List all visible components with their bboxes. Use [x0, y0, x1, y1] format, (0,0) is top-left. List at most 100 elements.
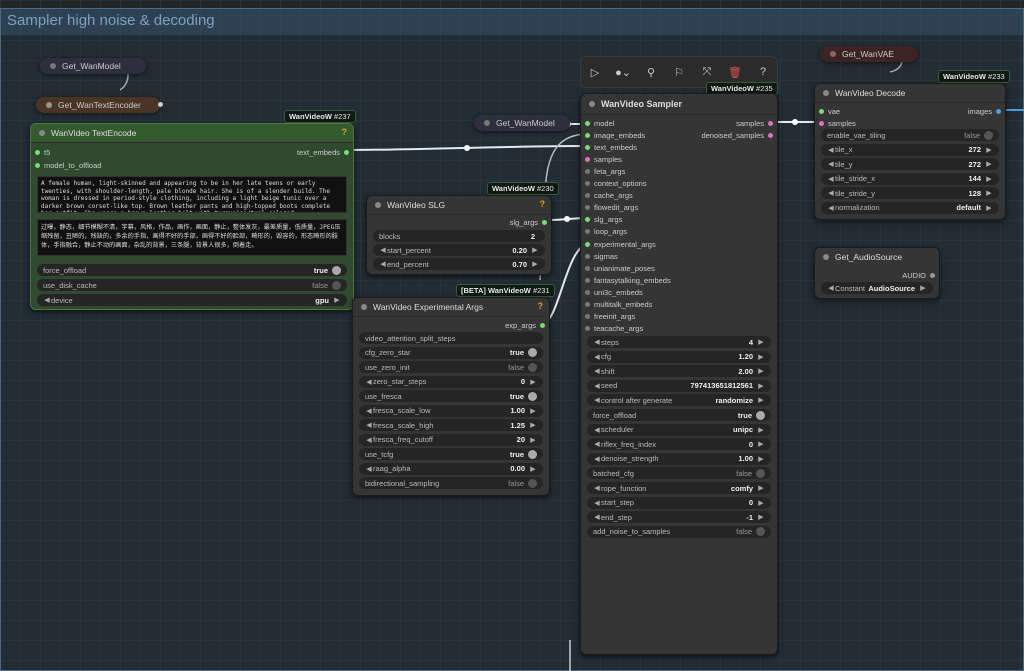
cfg-zero-star-field[interactable]: cfg_zero_star true [359, 346, 543, 359]
force-offload-field[interactable]: force_offload true [587, 409, 771, 421]
sampler-node[interactable]: WanVideo Sampler model image_embeds text_e… [580, 93, 778, 655]
help-icon[interactable]: ? [342, 127, 348, 137]
input-unianimate-poses[interactable]: unianimate_poses [585, 262, 655, 274]
trash-icon[interactable]: 🗑 [726, 66, 744, 79]
decrement-arrow-icon[interactable]: ◀ [593, 513, 601, 521]
input-freeinit-args[interactable]: freeinit_args [585, 311, 635, 323]
input-samples[interactable]: samples [585, 153, 622, 165]
decrement-arrow-icon[interactable]: ◀ [593, 426, 601, 434]
experimental-args-node[interactable]: WanVideo Experimental Args ? exp_args vi… [352, 297, 550, 496]
input-fantasytalking-embeds[interactable]: fantasytalking_embeds [585, 274, 671, 286]
start-step-field[interactable]: ◀ start_step 0 ▶ [587, 496, 771, 509]
decrement-arrow-icon[interactable]: ◀ [593, 367, 601, 375]
input-image-embeds[interactable]: image_embeds [585, 129, 645, 141]
input-feta-args[interactable]: feta_args [585, 165, 625, 177]
node-header[interactable]: WanVideo TextEncode [31, 124, 353, 143]
node-header[interactable]: WanVideo SLG [367, 196, 551, 215]
denoise-strength-field[interactable]: ◀ denoise_strength 1.00 ▶ [587, 452, 771, 465]
circle-dropdown-icon[interactable]: ●⌄ [614, 66, 632, 79]
output-denoised-samples[interactable]: denoised_samples [701, 129, 773, 141]
fresca-freq-cutoff-field[interactable]: ◀ fresca_freq_cutoff 20 ▶ [359, 433, 543, 446]
wand-icon[interactable]: ⚲ [642, 66, 660, 79]
input-experimental-args[interactable]: experimental_args [585, 238, 656, 250]
input-uni3c-embeds[interactable]: uni3c_embeds [585, 286, 643, 298]
increment-arrow-icon[interactable]: ▶ [529, 421, 537, 429]
increment-arrow-icon[interactable]: ▶ [757, 499, 765, 507]
force-offload-toggle[interactable]: force_offload true [37, 264, 347, 276]
input-samples[interactable]: samples [819, 117, 856, 129]
decrement-arrow-icon[interactable]: ◀ [365, 436, 373, 444]
output-audio[interactable]: AUDIO [902, 269, 935, 281]
fresca-scale-low-field[interactable]: ◀ fresca_scale_low 1.00 ▶ [359, 404, 543, 417]
decrement-arrow-icon[interactable]: ◀ [827, 189, 835, 197]
normalization-field[interactable]: ◀ normalization default ▶ [821, 201, 999, 214]
toggle-knob-icon[interactable] [528, 478, 537, 488]
get-wanmodel-top-node[interactable]: Get_WanModel [40, 58, 146, 74]
blocks-field[interactable]: blocks 2 [373, 230, 545, 242]
output-images[interactable]: images [968, 105, 1001, 117]
increment-arrow-icon[interactable]: ▶ [757, 513, 765, 521]
zero-star-steps-field[interactable]: ◀ zero_star_steps 0 ▶ [359, 375, 543, 388]
slg-node[interactable]: WanVideo SLG ? slg_args blocks 2 ◀ start_p… [366, 195, 552, 275]
decrement-arrow-icon[interactable]: ◀ [593, 440, 601, 448]
input-loop-args[interactable]: loop_args [585, 226, 627, 238]
raag-alpha-field[interactable]: ◀ raag_alpha 0.00 ▶ [359, 462, 543, 475]
decrement-arrow-icon[interactable]: ◀ [827, 204, 835, 212]
decrement-arrow-icon[interactable]: ◀ [365, 407, 373, 415]
riflex-freq-index-field[interactable]: ◀ riflex_freq_index 0 ▶ [587, 438, 771, 451]
get-wantextencoder-node[interactable]: Get_WanTextEncoder [36, 97, 163, 113]
toggle-knob-icon[interactable] [756, 527, 765, 537]
increment-arrow-icon[interactable]: ▶ [985, 204, 993, 212]
decrement-arrow-icon[interactable]: ◀ [593, 499, 601, 507]
decrement-arrow-icon[interactable]: ◀ [827, 146, 835, 154]
input-flowedit-args[interactable]: flowedit_args [585, 202, 638, 214]
control-after-generate-field[interactable]: ◀ control after generate randomize ▶ [587, 394, 771, 407]
tile-y-field[interactable]: ◀ tile_y 272 ▶ [821, 158, 999, 170]
get-wanmodel-mid-node[interactable]: Get_WanModel [474, 115, 570, 131]
cfg-field[interactable]: ◀ cfg 1.20 ▶ [587, 350, 771, 363]
increment-arrow-icon[interactable]: ▶ [757, 426, 765, 434]
decrement-arrow-icon[interactable]: ◀ [593, 382, 601, 390]
play-icon[interactable]: ▷ [586, 66, 604, 79]
increment-arrow-icon[interactable]: ▶ [985, 189, 993, 197]
increment-arrow-icon[interactable]: ▶ [529, 465, 537, 473]
tile-x-field[interactable]: ◀ tile_x 272 ▶ [821, 143, 999, 156]
decrement-arrow-icon[interactable]: ◀ [827, 160, 835, 168]
fresca-scale-high-field[interactable]: ◀ fresca_scale_high 1.25 ▶ [359, 419, 543, 431]
get-wanvae-node[interactable]: Get_WanVAE [820, 46, 918, 62]
positive-prompt-textarea[interactable]: A female human, light-skinned and appear… [37, 176, 347, 213]
input-vae[interactable]: vae [819, 105, 840, 117]
input-multitalk-embeds[interactable]: multitalk_embeds [585, 299, 652, 311]
increment-arrow-icon[interactable]: ▶ [757, 440, 765, 448]
increment-arrow-icon[interactable]: ▶ [529, 436, 537, 444]
toggle-knob-icon[interactable] [528, 449, 537, 459]
toggle-knob-icon[interactable] [528, 362, 537, 372]
decrement-arrow-icon[interactable]: ◀ [593, 455, 601, 463]
shift-field[interactable]: ◀ shift 2.00 ▶ [587, 365, 771, 378]
add-noise-to-samples-field[interactable]: add_noise_to_samples false [587, 525, 771, 538]
input-teacache-args[interactable]: teacache_args [585, 323, 643, 335]
toggle-knob-icon[interactable] [528, 348, 537, 357]
decrement-arrow-icon[interactable]: ◀ [827, 175, 835, 183]
decrement-arrow-icon[interactable]: ◀ [365, 378, 373, 386]
help-icon[interactable]: ? [540, 199, 546, 209]
decrement-arrow-icon[interactable]: ◀ [593, 353, 601, 361]
constant-combo[interactable]: ◀ Constant AudioSource ▶ [821, 282, 933, 294]
bidirectional-sampling-field[interactable]: bidirectional_sampling false [359, 477, 543, 489]
increment-arrow-icon[interactable]: ▶ [985, 160, 993, 168]
toggle-knob-icon[interactable] [528, 391, 537, 401]
collapse-icon[interactable]: ⤧ [698, 66, 716, 79]
input-sigmas[interactable]: sigmas [585, 250, 618, 262]
tile-stride-x-field[interactable]: ◀ tile_stride_x 144 ▶ [821, 172, 999, 185]
increment-arrow-icon[interactable]: ▶ [757, 484, 765, 492]
increment-arrow-icon[interactable]: ▶ [757, 382, 765, 390]
increment-arrow-icon[interactable]: ▶ [757, 455, 765, 463]
end-step-field[interactable]: ◀ end_step -1 ▶ [587, 511, 771, 524]
use-zero-init-field[interactable]: use_zero_init false [359, 361, 543, 373]
rope-function-field[interactable]: ◀ rope_function comfy ▶ [587, 482, 771, 494]
decrement-arrow-icon[interactable]: ◀ [593, 484, 601, 492]
use-disk-cache-toggle[interactable]: use_disk_cache false [37, 279, 347, 291]
decode-node[interactable]: WanVideo Decode vae samples images enabl… [814, 83, 1006, 220]
tile-stride-y-field[interactable]: ◀ tile_stride_y 128 ▶ [821, 187, 999, 199]
device-combo[interactable]: ◀ device gpu ▶ [37, 294, 347, 306]
